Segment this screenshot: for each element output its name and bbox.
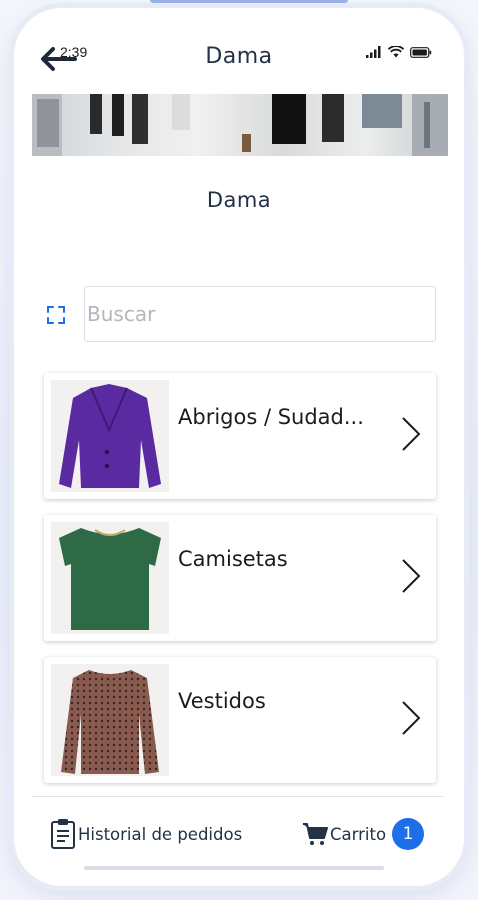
phone-frame: 2:39 Dama Dama Buscar Abrigos / Sudad...… (14, 8, 464, 886)
purple-coat-image (51, 380, 169, 492)
green-tshirt-image (51, 522, 169, 634)
category-card-camisetas[interactable]: Camisetas (44, 515, 436, 641)
top-decoration (150, 0, 348, 3)
order-history-label: Historial de pedidos (78, 824, 243, 844)
chevron-right-icon (402, 559, 421, 593)
chevron-right-icon (402, 701, 421, 735)
cart-icon (303, 823, 328, 845)
category-label: Vestidos (178, 689, 266, 713)
category-list: Abrigos / Sudad... Camisetas Vestidos (44, 373, 436, 799)
bottom-nav: Historial de pedidos Carrito 1 (14, 808, 464, 858)
category-label: Abrigos / Sudad... (178, 405, 364, 429)
wifi-icon (388, 46, 404, 58)
cart-button[interactable]: Carrito 1 (302, 818, 425, 850)
page-subtitle: Dama (206, 188, 272, 212)
cart-count-badge: 1 (392, 818, 425, 850)
scan-icon[interactable] (46, 305, 66, 325)
category-label: Camisetas (178, 547, 288, 571)
search-input[interactable] (84, 286, 436, 342)
category-card-vestidos[interactable]: Vestidos (44, 657, 436, 783)
status-icons (366, 46, 432, 58)
home-indicator (84, 866, 384, 870)
chevron-right-icon (402, 417, 421, 451)
category-card-abrigos[interactable]: Abrigos / Sudad... (44, 373, 436, 499)
cart-label: Carrito (330, 824, 387, 844)
app-header: 2:39 Dama (14, 8, 464, 92)
clipboard-icon (51, 819, 75, 849)
patterned-dress-image (51, 664, 169, 776)
order-history-button[interactable]: Historial de pedidos (50, 818, 242, 850)
battery-icon (410, 46, 432, 58)
bottom-divider (32, 796, 444, 797)
store-banner-image (32, 94, 448, 156)
signal-icon (366, 46, 381, 58)
